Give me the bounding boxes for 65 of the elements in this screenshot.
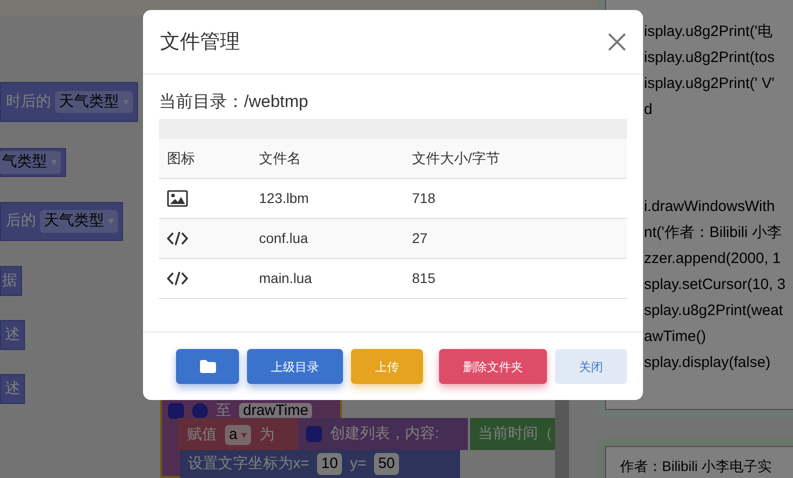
code-line: i.drawWindowsWith [644, 197, 776, 217]
current-directory: 当前目录：/webtmp [159, 92, 310, 112]
block-label: 述 [5, 324, 20, 345]
code-line: splay.display(false) [644, 353, 772, 373]
file-size: 815 [412, 269, 436, 288]
dialog-button[interactable]: 上级目录 [247, 349, 343, 384]
block-dropdown[interactable]: 气类型 [0, 151, 61, 174]
code-line: d [644, 100, 654, 120]
code-line: isplay.u8g2Print(tos [644, 48, 776, 68]
file-size: 718 [412, 189, 436, 208]
code-line: awTime() [644, 327, 707, 347]
number-field[interactable]: 10 [317, 452, 342, 476]
code-line: isplay.u8g2Print(' V' [644, 74, 776, 94]
dialog-title: 文件管理 [160, 30, 240, 54]
caret-icon [108, 219, 114, 224]
dialog-button[interactable]: 删除文件夹 [439, 349, 547, 384]
file-name[interactable]: conf.lua [259, 228, 412, 249]
dialog-button[interactable]: 上传 [351, 349, 423, 384]
code-line: zzer.append(2000, 1 [644, 249, 782, 269]
column-header: 文件大小/字节 [412, 149, 501, 168]
block-label: 据 [2, 270, 17, 291]
column-header: 文件名 [259, 149, 302, 168]
workspace-block[interactable]: 时后的 天气类型 [0, 82, 138, 122]
workspace-block[interactable]: 述 [0, 320, 25, 350]
caret-icon [51, 160, 57, 165]
folder-icon [200, 360, 216, 373]
block-label: y= [350, 454, 366, 474]
block-label: 赋值 [187, 425, 217, 445]
block-label: 设置文字坐标为x= [188, 454, 310, 474]
function-name-field[interactable]: drawTime [239, 403, 312, 420]
time-block[interactable]: 当前时间（ [470, 418, 555, 450]
close-icon[interactable] [608, 32, 626, 50]
cursor-block[interactable]: 设置文字坐标为x= 10 y= 50 [180, 450, 460, 478]
list-block[interactable]: 创建列表，内容: [298, 418, 468, 450]
folder-button[interactable] [176, 349, 239, 384]
block-label: 后的 [6, 211, 36, 232]
dialog-button[interactable]: 关闭 [555, 349, 627, 384]
file-size: 27 [412, 229, 429, 248]
code-icon [167, 231, 188, 246]
block-label: 时后的 [6, 92, 51, 112]
block-label: 为 [259, 425, 274, 445]
block-label: 述 [5, 378, 20, 399]
block-label: 创建列表，内容: [330, 424, 440, 444]
block-label: 至 [216, 401, 231, 421]
code-icon [167, 271, 188, 286]
code-line: splay.u8g2Print(weat [644, 301, 784, 321]
file-name[interactable]: main.lua [259, 268, 412, 289]
workspace-block[interactable]: 据 [0, 266, 22, 296]
image-icon [167, 190, 188, 207]
output-text: 作者：Bilibili 小李电子实 [620, 458, 772, 474]
number-field[interactable]: 50 [374, 452, 399, 476]
workspace-block[interactable]: 气类型 [0, 148, 66, 177]
block-dropdown[interactable]: 天气类型 [55, 90, 133, 114]
block-label: 当前时间（ [478, 424, 553, 444]
caret-icon [123, 100, 129, 104]
block-dropdown[interactable]: 天气类型 [40, 210, 118, 233]
file-name[interactable]: 123.lbm [259, 188, 412, 209]
column-header: 图标 [166, 149, 196, 168]
code-line: splay.setCursor(10, 3 [644, 275, 786, 295]
caret-icon [241, 432, 248, 438]
workspace-block[interactable]: 后的 天气类型 [0, 202, 123, 241]
code-line: isplay.u8g2Print('电 [644, 22, 774, 42]
code-line: nt('作者：Bilibili 小李 [644, 223, 783, 243]
workspace-block[interactable]: 述 [0, 374, 25, 404]
variable-dropdown[interactable]: a [225, 425, 252, 446]
